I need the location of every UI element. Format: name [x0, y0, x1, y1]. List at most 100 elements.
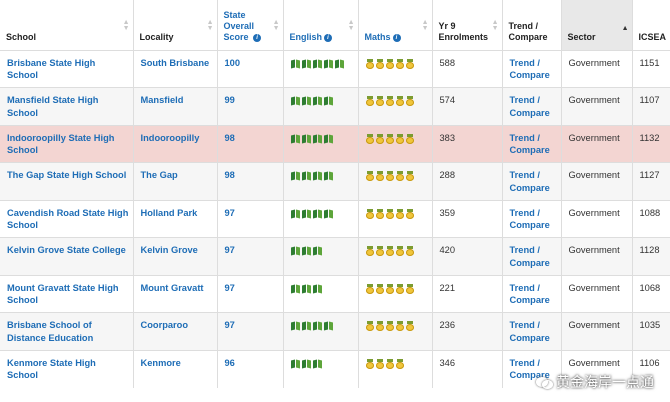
sector-value: Government — [561, 49, 633, 88]
school-link[interactable]: Mount Gravatt State High School — [0, 274, 134, 313]
school-link[interactable]: Brisbane State High School — [0, 49, 134, 88]
medal-icon — [375, 358, 384, 369]
book-icon — [324, 171, 333, 180]
sort-icon[interactable]: ▲ ▼ — [348, 19, 355, 32]
icsea-value: 1132 — [632, 124, 670, 163]
school-link[interactable]: Brisbane School of Distance Education — [0, 312, 134, 350]
trend-compare-link[interactable]: Trend / Compare — [502, 274, 562, 313]
icsea-value: 1151 — [632, 49, 670, 88]
header-score-label: State Overall Score — [223, 9, 255, 43]
locality-link[interactable]: Mount Gravatt — [133, 274, 218, 313]
sort-icon[interactable]: ▲ ▼ — [273, 19, 280, 32]
header-locality[interactable]: Locality ▲ ▼ — [133, 0, 218, 50]
locality-link[interactable]: Kelvin Grove — [133, 237, 218, 275]
book-icon — [313, 96, 322, 105]
maths-rating — [358, 124, 433, 163]
info-icon[interactable]: i — [392, 33, 401, 42]
medal-icon — [365, 133, 374, 144]
header-score[interactable]: State Overall Score i ▲ ▼ — [217, 0, 284, 50]
maths-rating — [358, 87, 433, 125]
school-link[interactable]: Kenmore State High School — [0, 349, 134, 388]
book-icon — [302, 321, 311, 330]
trend-compare-link[interactable]: Trend / Compare — [502, 124, 562, 163]
header-english-label: English — [289, 32, 323, 43]
enrolments-value: 383 — [432, 124, 503, 163]
medal-icon — [395, 246, 404, 256]
maths-rating — [358, 49, 433, 88]
school-link[interactable]: The Gap State High School — [0, 162, 134, 200]
medal-icon — [385, 58, 394, 69]
book-icon — [291, 209, 300, 218]
score-link[interactable]: 98 — [217, 124, 284, 163]
trend-compare-link[interactable]: Trend / Compare — [502, 87, 562, 125]
locality-link[interactable]: Mansfield — [133, 87, 218, 125]
score-link[interactable]: 100 — [217, 49, 284, 88]
score-link[interactable]: 96 — [217, 349, 284, 388]
medal-icon — [405, 321, 414, 331]
sector-value: Government — [561, 87, 633, 125]
book-icon — [291, 171, 300, 180]
table-row: Mount Gravatt State High School Mount Gra… — [0, 274, 670, 313]
trend-compare-link[interactable]: Trend / Compare — [502, 162, 562, 200]
medal-icon — [365, 96, 374, 106]
medal-icon — [385, 283, 394, 294]
score-link[interactable]: 97 — [217, 274, 284, 313]
header-school[interactable]: School ▲ ▼ — [0, 0, 134, 50]
header-sector[interactable]: Sector ▲ — [561, 0, 633, 50]
score-link[interactable]: 97 — [217, 312, 284, 350]
locality-link[interactable]: South Brisbane — [133, 49, 218, 88]
book-icon — [302, 209, 311, 218]
book-icon — [291, 284, 300, 293]
score-link[interactable]: 97 — [217, 237, 284, 275]
score-link[interactable]: 98 — [217, 162, 284, 200]
info-icon[interactable]: i — [324, 33, 333, 42]
info-icon[interactable]: i — [253, 33, 262, 42]
school-link[interactable]: Kelvin Grove State College — [0, 237, 134, 275]
school-link[interactable]: Indooroopilly State High School — [0, 124, 134, 163]
sort-asc-icon[interactable]: ▲ — [622, 25, 629, 32]
english-rating — [283, 237, 359, 275]
sort-icon[interactable]: ▲ ▼ — [492, 19, 499, 32]
book-icon — [313, 209, 322, 218]
header-enrolments[interactable]: Yr 9 Enrolments ▲ ▼ — [432, 0, 503, 50]
score-link[interactable]: 97 — [217, 199, 284, 238]
sector-value: Government — [561, 237, 633, 275]
header-english[interactable]: English i ▲ ▼ — [283, 0, 359, 50]
medal-icon — [375, 283, 384, 294]
locality-link[interactable]: Holland Park — [133, 199, 218, 238]
table-row: Kelvin Grove State College Kelvin Grove 97… — [0, 237, 670, 275]
sort-icon[interactable]: ▲ ▼ — [207, 19, 214, 32]
school-link[interactable]: Mansfield State High School — [0, 87, 134, 125]
english-rating — [283, 49, 359, 88]
medal-icon — [395, 358, 404, 369]
score-link[interactable]: 99 — [217, 87, 284, 125]
sort-icon[interactable]: ▲ ▼ — [422, 19, 429, 32]
book-icon — [291, 134, 300, 143]
trend-compare-link[interactable]: Trend / Compare — [502, 199, 562, 238]
table-row: Indooroopilly State High School Indooroop… — [0, 124, 670, 163]
header-icsea[interactable]: ICSEA — [632, 0, 670, 50]
school-link[interactable]: Cavendish Road State High School — [0, 199, 134, 238]
header-maths[interactable]: Maths i ▲ ▼ — [358, 0, 433, 50]
locality-link[interactable]: Indooroopilly — [133, 124, 218, 163]
header-row: School ▲ ▼ Locality ▲ ▼ State Overall Score … — [0, 0, 670, 50]
icsea-value: 1035 — [632, 312, 670, 350]
header-school-label: School — [6, 32, 37, 43]
medal-icon — [385, 321, 394, 331]
locality-link[interactable]: Coorparoo — [133, 312, 218, 350]
locality-link[interactable]: Kenmore — [133, 349, 218, 388]
book-icon — [302, 171, 311, 180]
book-icon — [313, 359, 322, 368]
trend-compare-link[interactable]: Trend / Compare — [502, 237, 562, 275]
table-row: Brisbane School of Distance Education Coo… — [0, 312, 670, 350]
medal-icon — [365, 246, 374, 256]
enrolments-value: 288 — [432, 162, 503, 200]
medal-icon — [405, 96, 414, 106]
medal-icon — [365, 321, 374, 331]
sort-icon[interactable]: ▲ ▼ — [123, 19, 130, 32]
locality-link[interactable]: The Gap — [133, 162, 218, 200]
trend-compare-link[interactable]: Trend / Compare — [502, 49, 562, 88]
trend-compare-link[interactable]: Trend / Compare — [502, 312, 562, 350]
maths-rating — [358, 162, 433, 200]
book-icon — [291, 96, 300, 105]
